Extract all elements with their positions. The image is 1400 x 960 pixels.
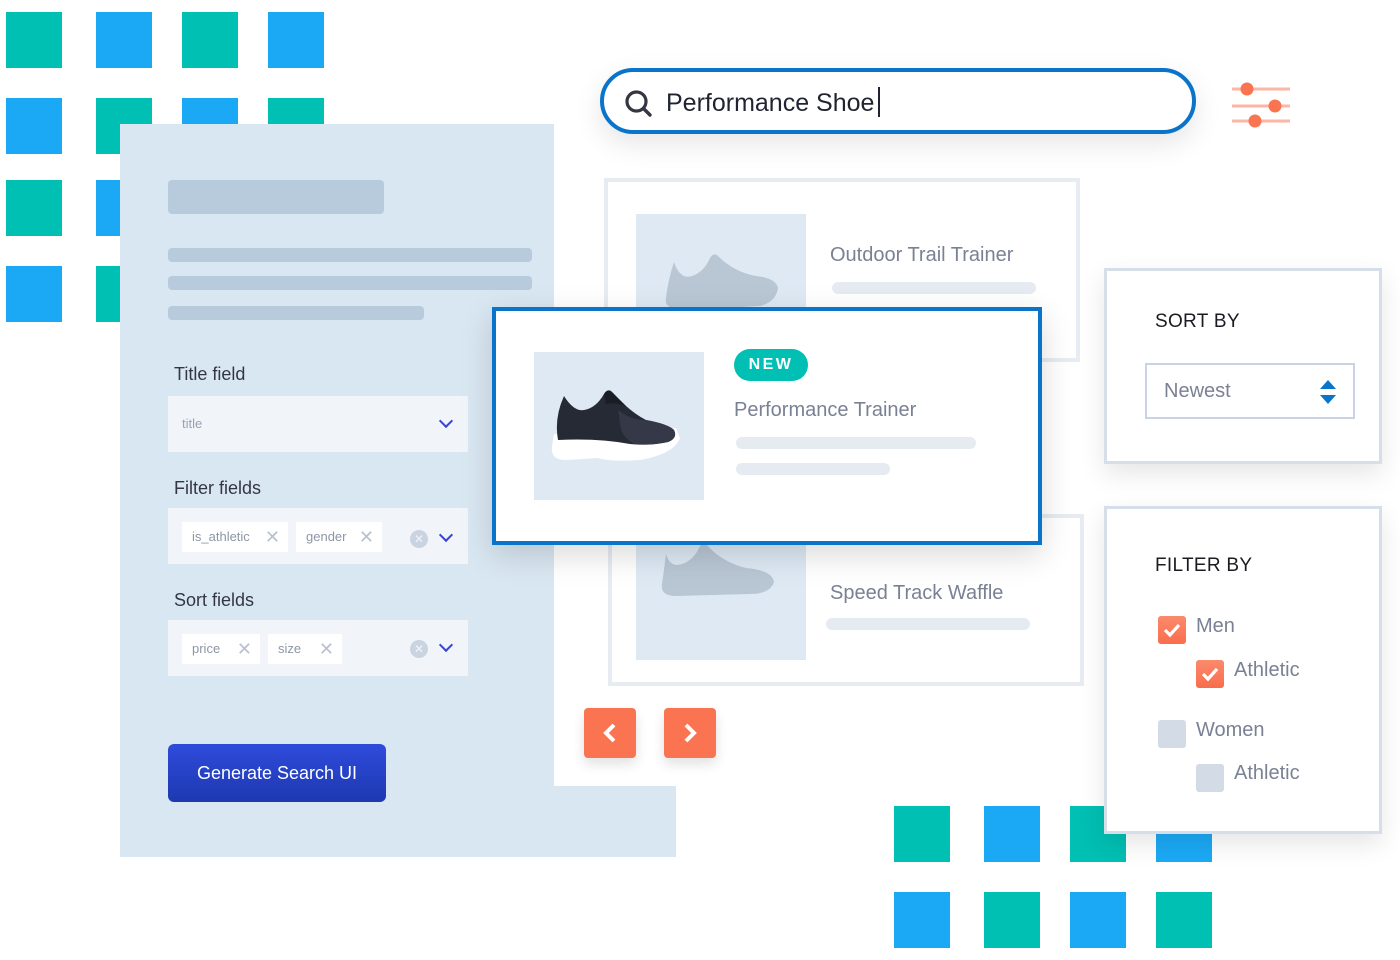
search-icon (625, 90, 652, 117)
remove-chip-icon[interactable]: ✕ (359, 522, 374, 552)
skeleton-line (168, 306, 424, 320)
search-query: Performance Shoe (666, 87, 881, 118)
chip-label: price (192, 641, 221, 656)
search-input[interactable]: Performance Shoe (600, 68, 1196, 134)
chevron-down-icon[interactable] (438, 413, 454, 429)
skeleton-line (832, 282, 1036, 294)
remove-chip-icon[interactable]: ✕ (265, 522, 280, 552)
result-card-featured[interactable]: NEW Performance Trainer (492, 307, 1042, 545)
filter-fields-select[interactable]: is_athletic ✕ gender ✕ ✕ (168, 508, 468, 564)
checkmark-icon (1201, 667, 1219, 682)
checkbox-label: Women (1196, 719, 1265, 741)
text-cursor (878, 87, 881, 117)
shoe-icon (551, 390, 680, 461)
prev-page-button[interactable] (584, 708, 636, 758)
decor-square (984, 892, 1040, 948)
decor-square (1070, 892, 1126, 948)
title-field-select[interactable]: title (168, 396, 468, 452)
decor-square (894, 806, 950, 862)
decor-square (6, 180, 62, 236)
sort-select[interactable]: Newest (1145, 363, 1355, 419)
chip-price: price ✕ (182, 634, 260, 664)
skeleton-line (736, 437, 976, 449)
checkbox-women-athletic[interactable] (1196, 764, 1224, 792)
result-title: Performance Trainer (734, 399, 917, 421)
decor-square (6, 98, 62, 154)
skeleton-line (168, 276, 532, 290)
chip-gender: gender ✕ (296, 522, 382, 552)
chip-size: size ✕ (268, 634, 342, 664)
chevron-right-icon (684, 723, 697, 743)
generate-search-ui-button[interactable]: Generate Search UI (168, 744, 386, 802)
sort-by-title: SORT BY (1155, 311, 1240, 332)
remove-chip-icon[interactable]: ✕ (237, 634, 252, 664)
decor-square (1156, 892, 1212, 948)
title-field-placeholder: title (182, 416, 203, 431)
search-value: Performance Shoe (666, 89, 875, 117)
result-title: Outdoor Trail Trainer (830, 244, 1014, 266)
filter-by-title: FILTER BY (1155, 555, 1253, 576)
decor-square (6, 266, 62, 322)
chip-label: size (278, 641, 302, 656)
chip-label: is_athletic (192, 529, 250, 544)
new-badge: NEW (734, 349, 808, 381)
sort-selected-value: Newest (1164, 380, 1231, 402)
decor-square (96, 12, 152, 68)
decor-square (268, 12, 324, 68)
title-field-label: Title field (174, 364, 246, 384)
decor-square (182, 12, 238, 68)
checkbox-label: Athletic (1234, 762, 1300, 784)
chevron-down-icon[interactable] (438, 637, 454, 653)
chevron-left-icon (603, 723, 616, 743)
chip-is-athletic: is_athletic ✕ (182, 522, 288, 552)
sliders-icon[interactable] (1230, 80, 1292, 132)
remove-chip-icon[interactable]: ✕ (319, 634, 334, 664)
sort-panel: SORT BY Newest (1104, 268, 1382, 464)
up-down-arrows-icon (1320, 380, 1336, 404)
result-title: Speed Track Waffle (830, 582, 1004, 604)
clear-all-icon[interactable]: ✕ (410, 530, 428, 548)
checkbox-women[interactable] (1158, 720, 1186, 748)
sort-fields-label: Sort fields (174, 590, 255, 610)
checkmark-icon (1163, 623, 1181, 638)
shoe-icon (661, 544, 774, 596)
decor-square (984, 806, 1040, 862)
decor-square (894, 892, 950, 948)
skeleton-line (168, 248, 532, 262)
filter-panel: FILTER BY Men Athletic Women Athletic (1104, 506, 1382, 834)
skeleton-line (826, 618, 1030, 630)
chip-label: gender (306, 529, 347, 544)
checkbox-label: Athletic (1234, 659, 1300, 681)
checkbox-men-athletic[interactable] (1196, 660, 1224, 688)
chevron-down-icon[interactable] (438, 527, 454, 543)
checkbox-label: Men (1196, 615, 1235, 637)
filter-fields-label: Filter fields (174, 478, 262, 498)
shoe-icon (665, 254, 778, 310)
decor-square (6, 12, 62, 68)
sort-fields-select[interactable]: price ✕ size ✕ ✕ (168, 620, 468, 676)
skeleton-line (736, 463, 890, 475)
skeleton-heading (168, 180, 384, 214)
next-page-button[interactable] (664, 708, 716, 758)
clear-all-icon[interactable]: ✕ (410, 640, 428, 658)
checkbox-men[interactable] (1158, 616, 1186, 644)
product-image (534, 352, 704, 500)
